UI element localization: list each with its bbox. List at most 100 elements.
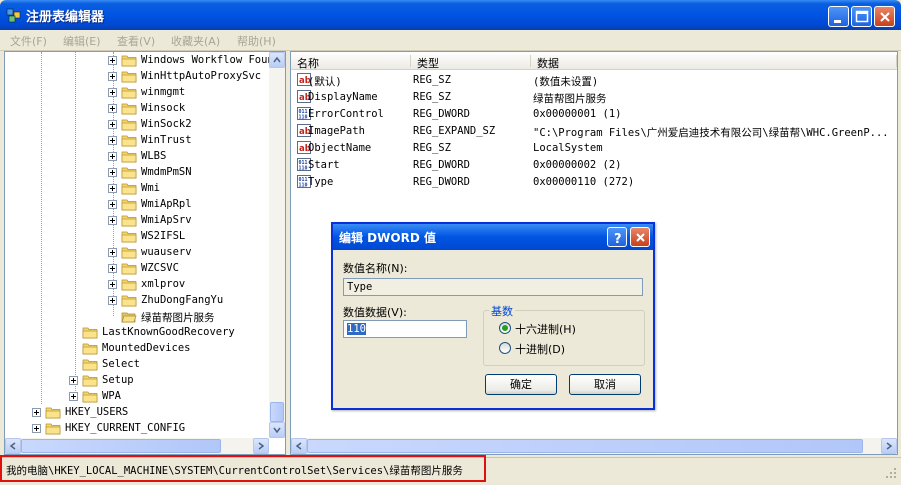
menu-file[interactable]: 文件(F) [10, 33, 47, 49]
expand-plus-icon[interactable] [108, 56, 117, 65]
folder-icon [121, 279, 137, 291]
value-data: LocalSystem [533, 142, 603, 154]
tree-item[interactable]: Select [5, 357, 267, 373]
tree-item[interactable]: HKEY_USERS [5, 405, 267, 421]
expand-plus-icon[interactable] [108, 280, 117, 289]
menu-help[interactable]: 帮助(H) [237, 33, 276, 49]
expand-plus-icon[interactable] [108, 88, 117, 97]
tree-item[interactable]: Wmi [5, 181, 267, 197]
tree-item-label: WinTrust [141, 134, 192, 146]
menu-view[interactable]: 查看(V) [117, 33, 155, 49]
scroll-left-button[interactable] [5, 438, 21, 454]
scroll-right-button[interactable] [253, 438, 269, 454]
ok-button[interactable]: 确定 [485, 374, 557, 395]
expand-plus-icon[interactable] [69, 376, 78, 385]
expand-plus-icon[interactable] [69, 392, 78, 401]
column-header-type[interactable]: 类型 [411, 52, 531, 70]
maximize-button[interactable] [851, 6, 872, 27]
scroll-up-button[interactable] [269, 52, 285, 68]
hex-radio-label[interactable]: 十六进制(H) [515, 321, 576, 337]
value-row[interactable]: ab DisplayName REG_SZ 绿苗帮图片服务 [297, 89, 893, 106]
column-header-data[interactable]: 数据 [531, 52, 897, 70]
dialog-close-button[interactable] [630, 227, 650, 247]
tree-item[interactable]: WmiApSrv [5, 213, 267, 229]
tree-item[interactable]: WmdmPmSN [5, 165, 267, 181]
expand-plus-icon[interactable] [108, 264, 117, 273]
tree-item[interactable]: xmlprov [5, 277, 267, 293]
expand-plus-icon[interactable] [108, 136, 117, 145]
value-row[interactable]: ab (默认) REG_SZ (数值未设置) [297, 72, 893, 89]
tree-item[interactable]: LastKnownGoodRecovery [5, 325, 267, 341]
value-data-input[interactable]: 110 [343, 320, 467, 338]
tree-item[interactable]: MountedDevices [5, 341, 267, 357]
minimize-button[interactable] [828, 6, 849, 27]
scroll-left-button[interactable] [291, 438, 307, 454]
decimal-radio[interactable] [499, 342, 511, 354]
scroll-thumb[interactable] [270, 402, 284, 422]
scroll-down-button[interactable] [269, 422, 285, 438]
tree-item[interactable]: WZCSVC [5, 261, 267, 277]
folder-icon [45, 423, 61, 435]
expand-plus-icon[interactable] [108, 296, 117, 305]
expand-plus-icon[interactable] [108, 168, 117, 177]
scroll-right-button[interactable] [881, 438, 897, 454]
value-row[interactable]: 011 110 Type REG_DWORD 0x00000110 (272) [297, 174, 893, 191]
expand-plus-icon[interactable] [108, 200, 117, 209]
dialog-titlebar[interactable]: 编辑 DWORD 值 ? [333, 224, 653, 250]
value-row[interactable]: ab ObjectName REG_SZ LocalSystem [297, 140, 893, 157]
folder-icon [82, 391, 98, 403]
tree-item[interactable]: WinSock2 [5, 117, 267, 133]
value-row[interactable]: 011 110 ErrorControl REG_DWORD 0x00000001 (1… [297, 106, 893, 123]
menu-edit[interactable]: 编辑(E) [63, 33, 101, 49]
tree-item[interactable]: winmgmt [5, 85, 267, 101]
folder-icon [82, 327, 98, 339]
tree-item[interactable]: HKEY_CURRENT_CONFIG [5, 421, 267, 437]
expand-plus-icon[interactable] [108, 120, 117, 129]
help-button[interactable]: ? [607, 227, 627, 247]
folder-icon [121, 87, 137, 99]
expand-plus-icon[interactable] [108, 248, 117, 257]
expand-plus-icon[interactable] [108, 216, 117, 225]
svg-text:110: 110 [299, 115, 308, 121]
tree-item[interactable]: WmiApRpl [5, 197, 267, 213]
hex-radio[interactable] [499, 322, 511, 334]
expand-plus-icon[interactable] [108, 104, 117, 113]
registry-tree-pane[interactable]: Windows Workflow Foun WinHttpAutoProxySvc… [4, 51, 286, 455]
values-horizontal-scrollbar[interactable] [291, 438, 897, 454]
value-row[interactable]: 011 110 Start REG_DWORD 0x00000002 (2) [297, 157, 893, 174]
tree-item[interactable]: WS2IFSL [5, 229, 267, 245]
decimal-radio-label[interactable]: 十进制(D) [515, 341, 565, 357]
value-type: REG_DWORD [413, 176, 470, 188]
close-button[interactable] [874, 6, 895, 27]
tree-vertical-scrollbar[interactable] [269, 52, 285, 438]
tree-item-label: HKEY_CURRENT_CONFIG [65, 422, 186, 434]
tree-item[interactable]: Winsock [5, 101, 267, 117]
expand-plus-icon[interactable] [108, 72, 117, 81]
tree-item[interactable]: WinTrust [5, 133, 267, 149]
tree-item[interactable]: 绿苗帮图片服务 [5, 309, 267, 325]
resize-grip-icon[interactable] [884, 466, 898, 480]
window-titlebar[interactable]: 注册表编辑器 [0, 0, 901, 30]
column-header-name[interactable]: 名称 [291, 52, 411, 70]
chevron-up-icon [273, 56, 281, 63]
cancel-button[interactable]: 取消 [569, 374, 641, 395]
tree-item[interactable]: Setup [5, 373, 267, 389]
expand-plus-icon[interactable] [108, 152, 117, 161]
tree-item[interactable]: WPA [5, 389, 267, 405]
tree-item[interactable]: WinHttpAutoProxySvc [5, 69, 267, 85]
base-groupbox-label: 基数 [489, 303, 515, 319]
expand-plus-icon[interactable] [32, 408, 41, 417]
expand-plus-icon[interactable] [108, 184, 117, 193]
scroll-thumb[interactable] [307, 439, 863, 453]
tree-item[interactable]: Windows Workflow Foun [5, 53, 274, 69]
value-type: REG_DWORD [413, 108, 470, 120]
tree-horizontal-scrollbar[interactable] [5, 438, 269, 454]
tree-item-label: WmdmPmSN [141, 166, 192, 178]
menu-favorites[interactable]: 收藏夹(A) [171, 33, 220, 49]
value-row[interactable]: ab ImagePath REG_EXPAND_SZ "C:\Program File… [297, 123, 893, 140]
tree-item[interactable]: ZhuDongFangYu [5, 293, 267, 309]
expand-plus-icon[interactable] [32, 424, 41, 433]
scroll-thumb[interactable] [21, 439, 221, 453]
tree-item[interactable]: WLBS [5, 149, 267, 165]
tree-item[interactable]: wuauserv [5, 245, 267, 261]
